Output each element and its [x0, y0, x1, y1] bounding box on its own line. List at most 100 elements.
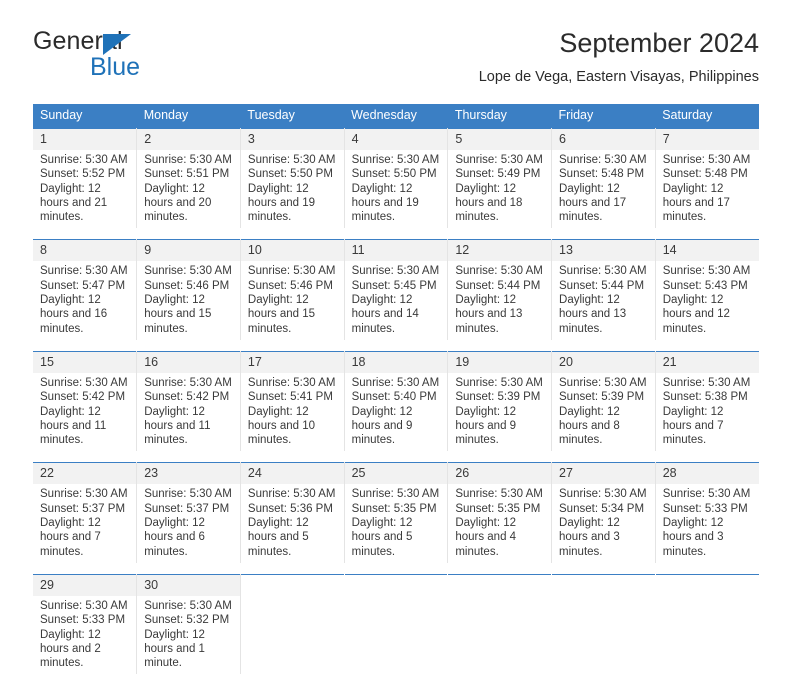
- day-cell-empty: [448, 596, 552, 674]
- sunset-text: Sunset: 5:34 PM: [559, 502, 649, 516]
- daylight-text: Daylight: 12 hours and 3 minutes.: [559, 516, 649, 559]
- day-number[interactable]: 22: [33, 463, 137, 485]
- week-daynumber-row: 1 2 3 4 5 6 7: [33, 129, 759, 151]
- week-daynumber-row: 8 9 10 11 12 13 14: [33, 240, 759, 262]
- week-daynumber-row: 15 16 17 18 19 20 21: [33, 351, 759, 373]
- day-cell[interactable]: Sunrise: 5:30 AM Sunset: 5:34 PM Dayligh…: [552, 484, 656, 562]
- day-cell[interactable]: Sunrise: 5:30 AM Sunset: 5:41 PM Dayligh…: [240, 373, 344, 451]
- day-cell[interactable]: Sunrise: 5:30 AM Sunset: 5:51 PM Dayligh…: [137, 150, 241, 228]
- day-number[interactable]: 28: [655, 463, 759, 485]
- day-number[interactable]: 3: [240, 129, 344, 151]
- daylight-text: Daylight: 12 hours and 4 minutes.: [455, 516, 545, 559]
- calendar-grid: Sunday Monday Tuesday Wednesday Thursday…: [33, 104, 759, 674]
- day-number[interactable]: 20: [552, 351, 656, 373]
- day-cell[interactable]: Sunrise: 5:30 AM Sunset: 5:39 PM Dayligh…: [448, 373, 552, 451]
- day-cell[interactable]: Sunrise: 5:30 AM Sunset: 5:40 PM Dayligh…: [344, 373, 448, 451]
- day-number[interactable]: 16: [137, 351, 241, 373]
- day-number[interactable]: 18: [344, 351, 448, 373]
- day-cell[interactable]: Sunrise: 5:30 AM Sunset: 5:35 PM Dayligh…: [344, 484, 448, 562]
- day-cell[interactable]: Sunrise: 5:30 AM Sunset: 5:46 PM Dayligh…: [240, 261, 344, 339]
- daylight-text: Daylight: 12 hours and 21 minutes.: [40, 182, 130, 225]
- day-number[interactable]: 30: [137, 574, 241, 596]
- week-separator: [33, 228, 759, 240]
- week-daynumber-row: 22 23 24 25 26 27 28: [33, 463, 759, 485]
- day-number[interactable]: 5: [448, 129, 552, 151]
- day-cell[interactable]: Sunrise: 5:30 AM Sunset: 5:39 PM Dayligh…: [552, 373, 656, 451]
- day-number[interactable]: 6: [552, 129, 656, 151]
- day-number[interactable]: 26: [448, 463, 552, 485]
- day-number[interactable]: 24: [240, 463, 344, 485]
- day-cell[interactable]: Sunrise: 5:30 AM Sunset: 5:36 PM Dayligh…: [240, 484, 344, 562]
- day-cell[interactable]: Sunrise: 5:30 AM Sunset: 5:35 PM Dayligh…: [448, 484, 552, 562]
- day-number[interactable]: 19: [448, 351, 552, 373]
- day-cell[interactable]: Sunrise: 5:30 AM Sunset: 5:33 PM Dayligh…: [655, 484, 759, 562]
- daylight-text: Daylight: 12 hours and 16 minutes.: [40, 293, 130, 336]
- calendar-body: 1 2 3 4 5 6 7 Sunrise: 5:30 AM Sunset: 5…: [33, 129, 759, 674]
- day-cell[interactable]: Sunrise: 5:30 AM Sunset: 5:42 PM Dayligh…: [33, 373, 137, 451]
- day-cell[interactable]: Sunrise: 5:30 AM Sunset: 5:38 PM Dayligh…: [655, 373, 759, 451]
- day-number[interactable]: 11: [344, 240, 448, 262]
- day-number[interactable]: 7: [655, 129, 759, 151]
- day-cell[interactable]: Sunrise: 5:30 AM Sunset: 5:52 PM Dayligh…: [33, 150, 137, 228]
- day-cell[interactable]: Sunrise: 5:30 AM Sunset: 5:33 PM Dayligh…: [33, 596, 137, 674]
- day-cell[interactable]: Sunrise: 5:30 AM Sunset: 5:50 PM Dayligh…: [240, 150, 344, 228]
- sunset-text: Sunset: 5:41 PM: [248, 390, 338, 404]
- day-number[interactable]: 17: [240, 351, 344, 373]
- daylight-text: Daylight: 12 hours and 9 minutes.: [352, 405, 442, 448]
- day-number[interactable]: 1: [33, 129, 137, 151]
- day-number[interactable]: 23: [137, 463, 241, 485]
- sunset-text: Sunset: 5:37 PM: [40, 502, 130, 516]
- sunset-text: Sunset: 5:52 PM: [40, 167, 130, 181]
- day-cell[interactable]: Sunrise: 5:30 AM Sunset: 5:37 PM Dayligh…: [33, 484, 137, 562]
- sunrise-text: Sunrise: 5:30 AM: [559, 487, 649, 501]
- sunrise-text: Sunrise: 5:30 AM: [40, 487, 130, 501]
- day-cell[interactable]: Sunrise: 5:30 AM Sunset: 5:44 PM Dayligh…: [448, 261, 552, 339]
- day-cell[interactable]: Sunrise: 5:30 AM Sunset: 5:48 PM Dayligh…: [655, 150, 759, 228]
- brand-logo[interactable]: General Blue: [33, 26, 263, 88]
- daylight-text: Daylight: 12 hours and 8 minutes.: [559, 405, 649, 448]
- sunrise-text: Sunrise: 5:30 AM: [248, 153, 338, 167]
- day-number[interactable]: 13: [552, 240, 656, 262]
- day-cell-empty: [344, 596, 448, 674]
- day-cell[interactable]: Sunrise: 5:30 AM Sunset: 5:50 PM Dayligh…: [344, 150, 448, 228]
- day-cell[interactable]: Sunrise: 5:30 AM Sunset: 5:32 PM Dayligh…: [137, 596, 241, 674]
- daylight-text: Daylight: 12 hours and 12 minutes.: [663, 293, 753, 336]
- sunrise-text: Sunrise: 5:30 AM: [352, 153, 442, 167]
- day-cell[interactable]: Sunrise: 5:30 AM Sunset: 5:43 PM Dayligh…: [655, 261, 759, 339]
- day-number[interactable]: 9: [137, 240, 241, 262]
- day-number[interactable]: 15: [33, 351, 137, 373]
- day-number-empty: [655, 574, 759, 596]
- day-cell[interactable]: Sunrise: 5:30 AM Sunset: 5:47 PM Dayligh…: [33, 261, 137, 339]
- weekday-header-monday: Monday: [137, 104, 241, 129]
- day-cell[interactable]: Sunrise: 5:30 AM Sunset: 5:45 PM Dayligh…: [344, 261, 448, 339]
- day-number[interactable]: 21: [655, 351, 759, 373]
- day-number[interactable]: 10: [240, 240, 344, 262]
- day-cell[interactable]: Sunrise: 5:30 AM Sunset: 5:42 PM Dayligh…: [137, 373, 241, 451]
- day-cell[interactable]: Sunrise: 5:30 AM Sunset: 5:48 PM Dayligh…: [552, 150, 656, 228]
- day-number[interactable]: 14: [655, 240, 759, 262]
- day-number[interactable]: 8: [33, 240, 137, 262]
- sunset-text: Sunset: 5:42 PM: [144, 390, 234, 404]
- title-block: September 2024 Lope de Vega, Eastern Vis…: [479, 26, 759, 86]
- day-number[interactable]: 12: [448, 240, 552, 262]
- day-number[interactable]: 29: [33, 574, 137, 596]
- day-number[interactable]: 2: [137, 129, 241, 151]
- sunset-text: Sunset: 5:42 PM: [40, 390, 130, 404]
- weekday-header-row: Sunday Monday Tuesday Wednesday Thursday…: [33, 104, 759, 129]
- daylight-text: Daylight: 12 hours and 19 minutes.: [248, 182, 338, 225]
- sunset-text: Sunset: 5:35 PM: [352, 502, 442, 516]
- day-cell[interactable]: Sunrise: 5:30 AM Sunset: 5:44 PM Dayligh…: [552, 261, 656, 339]
- day-cell[interactable]: Sunrise: 5:30 AM Sunset: 5:37 PM Dayligh…: [137, 484, 241, 562]
- daylight-text: Daylight: 12 hours and 11 minutes.: [144, 405, 234, 448]
- day-cell[interactable]: Sunrise: 5:30 AM Sunset: 5:46 PM Dayligh…: [137, 261, 241, 339]
- day-cell[interactable]: Sunrise: 5:30 AM Sunset: 5:49 PM Dayligh…: [448, 150, 552, 228]
- daylight-text: Daylight: 12 hours and 3 minutes.: [663, 516, 753, 559]
- daylight-text: Daylight: 12 hours and 1 minute.: [144, 628, 234, 671]
- daylight-text: Daylight: 12 hours and 13 minutes.: [559, 293, 649, 336]
- day-number[interactable]: 4: [344, 129, 448, 151]
- day-number[interactable]: 25: [344, 463, 448, 485]
- daylight-text: Daylight: 12 hours and 11 minutes.: [40, 405, 130, 448]
- weekday-header-friday: Friday: [552, 104, 656, 129]
- sunset-text: Sunset: 5:48 PM: [559, 167, 649, 181]
- day-number[interactable]: 27: [552, 463, 656, 485]
